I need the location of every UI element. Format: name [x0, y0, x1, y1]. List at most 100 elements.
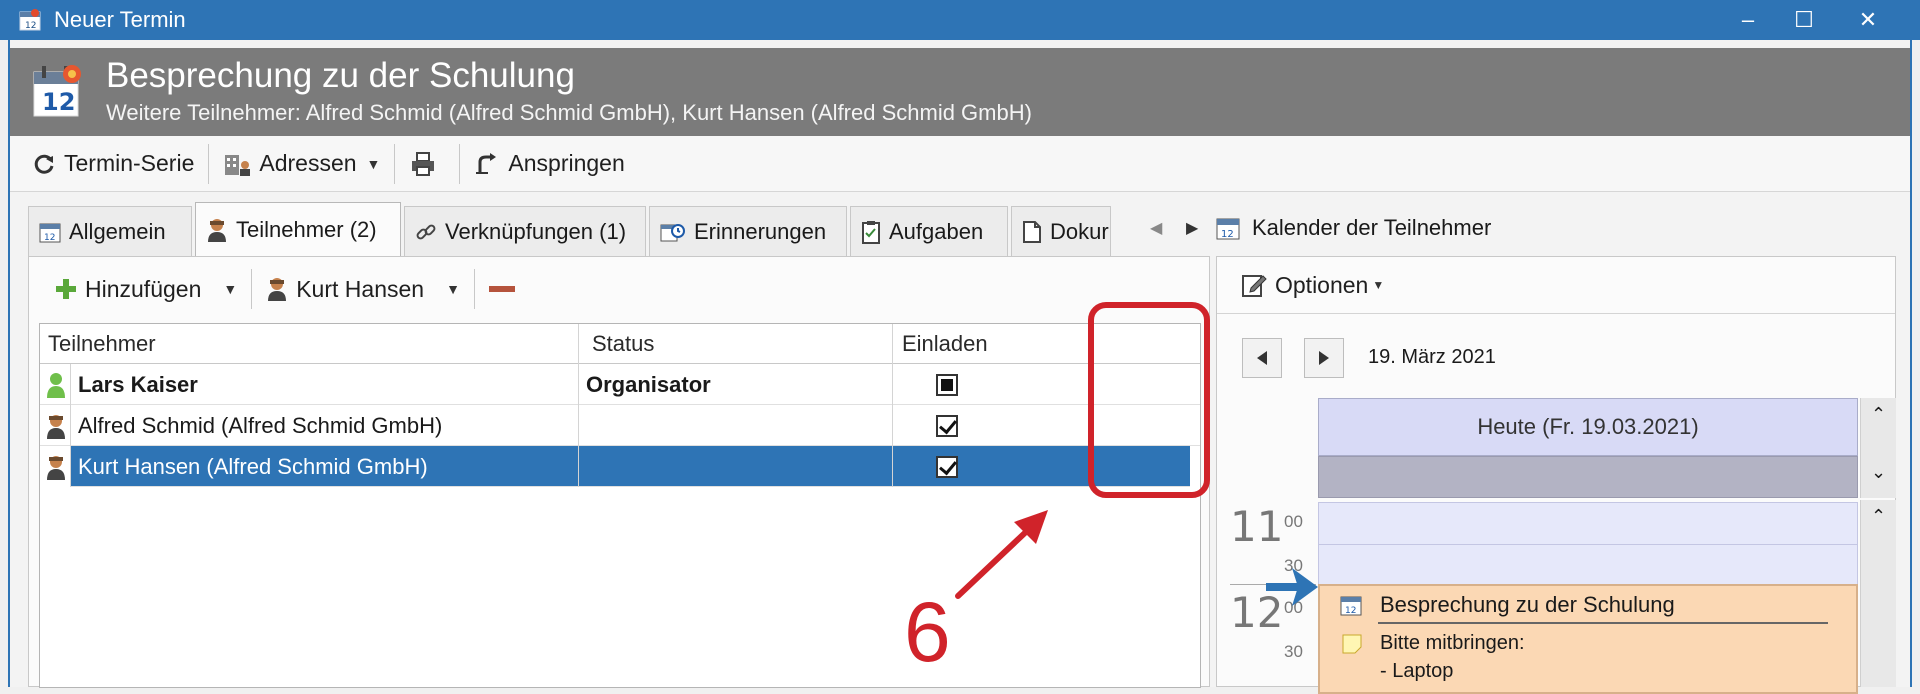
participant-name: Lars Kaiser	[78, 371, 198, 397]
close-button[interactable]: ✕	[1840, 0, 1896, 40]
appointment-header: 12 Besprechung zu der Schulung Weitere T…	[10, 48, 1910, 136]
column-divider	[578, 324, 579, 487]
person-icon	[46, 405, 66, 446]
invite-checkbox[interactable]	[936, 446, 958, 487]
tab-label: Verknüpfungen (1)	[445, 218, 627, 244]
minus-icon	[488, 286, 515, 292]
current-time-arrow-icon	[1266, 568, 1318, 606]
person-icon	[268, 278, 287, 301]
plus-icon	[56, 279, 76, 299]
tab-participants[interactable]: Teilnehmer (2)	[195, 202, 401, 256]
annotation-arrow-icon	[955, 510, 1048, 599]
invite-checkbox[interactable]	[936, 405, 958, 446]
maximize-button[interactable]: ☐	[1776, 0, 1832, 40]
print-button[interactable]	[395, 142, 459, 186]
chevron-down-icon[interactable]: ▼	[446, 281, 460, 297]
table-header: Teilnehmer Status Einladen	[40, 324, 1200, 364]
remove-participant-button[interactable]	[475, 267, 537, 311]
annotation-number: 6	[904, 585, 951, 679]
invite-checkbox[interactable]	[936, 364, 958, 405]
appointment-calendar-icon: 12	[33, 65, 81, 117]
participant-name: Kurt Hansen (Alfred Schmid GmbH)	[78, 453, 428, 479]
participant-calendar-header: 12 Kalender der Teilnehmer	[1216, 210, 1491, 246]
table-row[interactable]: Alfred Schmid (Alfred Schmid GmbH)	[40, 405, 1200, 446]
next-day-button[interactable]	[1304, 338, 1344, 378]
header-scrollbar[interactable]: ⌃ ⌄	[1860, 398, 1896, 498]
column-header-status[interactable]: Status	[592, 324, 654, 364]
participants-panel: Hinzufügen ▼ Kurt Hansen ▼ Teilnehmer St…	[28, 256, 1210, 688]
chevron-down-icon[interactable]: ▼	[223, 281, 237, 297]
svg-text:12: 12	[1345, 606, 1356, 616]
participants-toolbar: Hinzufügen ▼ Kurt Hansen ▼	[41, 267, 537, 311]
column-header-participant[interactable]: Teilnehmer	[48, 324, 156, 364]
calendar-date: 19. März 2021	[1368, 346, 1496, 368]
person-icon	[46, 454, 66, 485]
addresses-label: Adressen	[259, 150, 357, 176]
minimize-button[interactable]: –	[1720, 0, 1776, 40]
tab-general[interactable]: 12 Allgemein	[28, 206, 192, 256]
tab-scroll-left-icon[interactable]: ◀	[1150, 218, 1162, 238]
participant-select-button[interactable]: Kurt Hansen ▼	[252, 267, 474, 311]
selected-participant-label: Kurt Hansen	[296, 275, 425, 302]
options-button[interactable]: Optionen ▼	[1227, 263, 1398, 307]
organizer-icon	[46, 364, 66, 405]
jump-arrow-icon	[476, 152, 497, 174]
addresses-button[interactable]: Adressen ▼	[209, 142, 394, 186]
hour-label: 11	[1230, 502, 1284, 551]
tab-label: Aufgaben	[889, 218, 984, 244]
refresh-icon	[34, 154, 54, 174]
svg-text:12: 12	[1221, 229, 1234, 240]
chevron-down-icon: ▼	[1372, 278, 1385, 292]
note-icon	[1342, 634, 1362, 654]
appointment-block[interactable]: 12 Besprechung zu der Schulung Bitte mit…	[1318, 584, 1858, 694]
svg-text:12: 12	[42, 88, 75, 116]
jump-label: Anspringen	[508, 150, 625, 176]
tab-links[interactable]: Verknüpfungen (1)	[404, 206, 646, 256]
tab-scroll-right-icon[interactable]: ▶	[1186, 218, 1198, 238]
time-slot[interactable]	[1318, 502, 1858, 545]
chevron-up-icon[interactable]: ⌃	[1871, 506, 1886, 527]
time-scrollbar[interactable]: ⌃	[1860, 500, 1896, 687]
minute-label: 30	[1284, 642, 1303, 661]
add-participant-button[interactable]: Hinzufügen ▼	[41, 267, 251, 311]
appointment-note: Bitte mitbringen:	[1380, 632, 1525, 654]
chevron-down-icon[interactable]: ⌄	[1871, 462, 1886, 483]
chevron-left-icon	[1257, 351, 1267, 365]
calendar-icon: 12	[1340, 596, 1362, 616]
calendar-icon: 12	[39, 223, 61, 243]
table-row-selected[interactable]: Kurt Hansen (Alfred Schmid GmbH)	[70, 446, 1190, 487]
jump-button[interactable]: Anspringen	[460, 142, 638, 186]
toolbar: Termin-Serie Adressen ▼ Anspringen	[10, 136, 1910, 192]
additional-participants: Weitere Teilnehmer: Alfred Schmid (Alfre…	[106, 100, 1032, 125]
tab-label: Erinnerungen	[694, 218, 827, 244]
tab-documents[interactable]: Dokur	[1011, 206, 1111, 256]
series-label: Termin-Serie	[64, 150, 195, 176]
table-row[interactable]: Lars Kaiser Organisator	[40, 364, 1200, 405]
divider	[1378, 622, 1828, 624]
day-view: Heute (Fr. 19.03.2021) 12 Besprechung zu…	[1318, 398, 1858, 694]
reminder-icon	[660, 223, 685, 241]
chevron-down-icon[interactable]: ▼	[367, 156, 381, 172]
clipboard-icon	[862, 220, 880, 244]
svg-text:12: 12	[25, 21, 36, 31]
participant-name: Alfred Schmid (Alfred Schmid GmbH)	[78, 412, 443, 438]
tab-label: Dokur	[1050, 218, 1109, 244]
participant-calendar-title: Kalender der Teilnehmer	[1252, 215, 1492, 240]
chevron-up-icon[interactable]: ⌃	[1871, 404, 1886, 425]
column-header-invite[interactable]: Einladen	[902, 324, 988, 364]
minute-label: 00	[1284, 512, 1303, 531]
tab-tasks[interactable]: Aufgaben	[850, 206, 1008, 256]
all-day-area	[1318, 456, 1858, 498]
series-button[interactable]: Termin-Serie	[18, 142, 208, 186]
tab-label: Allgemein	[69, 218, 166, 244]
window-titlebar: 12 Neuer Termin	[0, 0, 1920, 40]
person-icon	[208, 218, 226, 242]
tab-bar: 12 Allgemein Teilnehmer (2) Verknüpfunge…	[28, 202, 1114, 256]
tab-label: Teilnehmer (2)	[236, 216, 377, 242]
tab-reminders[interactable]: Erinnerungen	[649, 206, 847, 256]
time-slot[interactable]	[1318, 544, 1858, 587]
previous-day-button[interactable]	[1242, 338, 1282, 378]
edit-icon	[1242, 275, 1267, 297]
printer-icon	[412, 151, 435, 176]
calendar-icon: 12	[19, 9, 41, 31]
